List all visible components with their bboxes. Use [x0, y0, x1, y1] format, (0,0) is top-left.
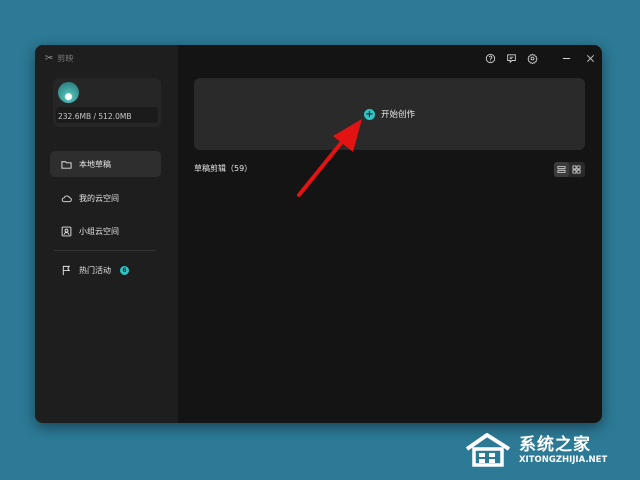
- feedback-icon: [506, 53, 516, 63]
- user-card[interactable]: 232.6MB / 512.0MB: [53, 78, 161, 127]
- notification-badge: 6: [120, 265, 129, 275]
- settings-icon: [526, 53, 538, 64]
- sidebar-item-label: 本地草稿: [79, 159, 111, 169]
- watermark-title: 系统之家: [519, 435, 591, 455]
- help-icon: [485, 53, 495, 63]
- flag-icon: [62, 265, 71, 275]
- sidebar-divider: [54, 250, 156, 251]
- app-window: ✂ 剪映 232.6MB / 512.0MB 本地草稿 我的云空间 小组云空间 …: [35, 45, 602, 423]
- start-creating-label: 开始创作: [380, 110, 415, 120]
- cloud-icon: [61, 195, 72, 202]
- sidebar-item-label: 小组云空间: [79, 226, 119, 236]
- sidebar-item-hot-events[interactable]: 热门活动 6: [50, 257, 161, 283]
- minimize-button[interactable]: [560, 52, 572, 64]
- view-mode-toggle[interactable]: [554, 162, 585, 177]
- grid-view-icon: [572, 165, 581, 174]
- drafts-section-title: 草稿剪辑（59）: [194, 164, 253, 173]
- sidebar-item-my-cloud[interactable]: 我的云空间: [50, 185, 161, 211]
- feedback-button[interactable]: [505, 52, 517, 64]
- sidebar-item-label: 热门活动: [79, 265, 111, 275]
- house-logo-icon: [465, 433, 511, 467]
- watermark-url: XITONGZHIJIA.NET: [519, 455, 608, 465]
- grid-view-button[interactable]: [569, 162, 584, 177]
- start-creating-button[interactable]: + 开始创作: [194, 78, 585, 150]
- help-button[interactable]: [484, 52, 496, 64]
- app-logo-icon: ✂: [45, 53, 54, 64]
- sidebar-item-group-cloud[interactable]: 小组云空间: [50, 218, 161, 244]
- app-name: 剪映: [57, 54, 74, 63]
- settings-button[interactable]: [526, 52, 538, 64]
- avatar[interactable]: [58, 82, 79, 103]
- group-icon: [61, 226, 72, 236]
- sidebar: ✂ 剪映 232.6MB / 512.0MB 本地草稿 我的云空间 小组云空间 …: [35, 45, 178, 423]
- plus-icon: +: [363, 108, 375, 120]
- app-logo: ✂ 剪映: [45, 53, 73, 64]
- list-view-button[interactable]: [554, 162, 569, 177]
- list-view-icon: [557, 165, 566, 174]
- folder-icon: [61, 160, 72, 169]
- sidebar-item-label: 我的云空间: [79, 193, 119, 203]
- storage-usage: 232.6MB / 512.0MB: [58, 112, 132, 121]
- watermark: 系统之家 XITONGZHIJIA.NET: [463, 427, 633, 473]
- sidebar-item-local-drafts[interactable]: 本地草稿: [50, 151, 161, 177]
- close-button[interactable]: [584, 52, 596, 64]
- minimize-icon: [562, 57, 570, 59]
- close-icon: [586, 54, 594, 62]
